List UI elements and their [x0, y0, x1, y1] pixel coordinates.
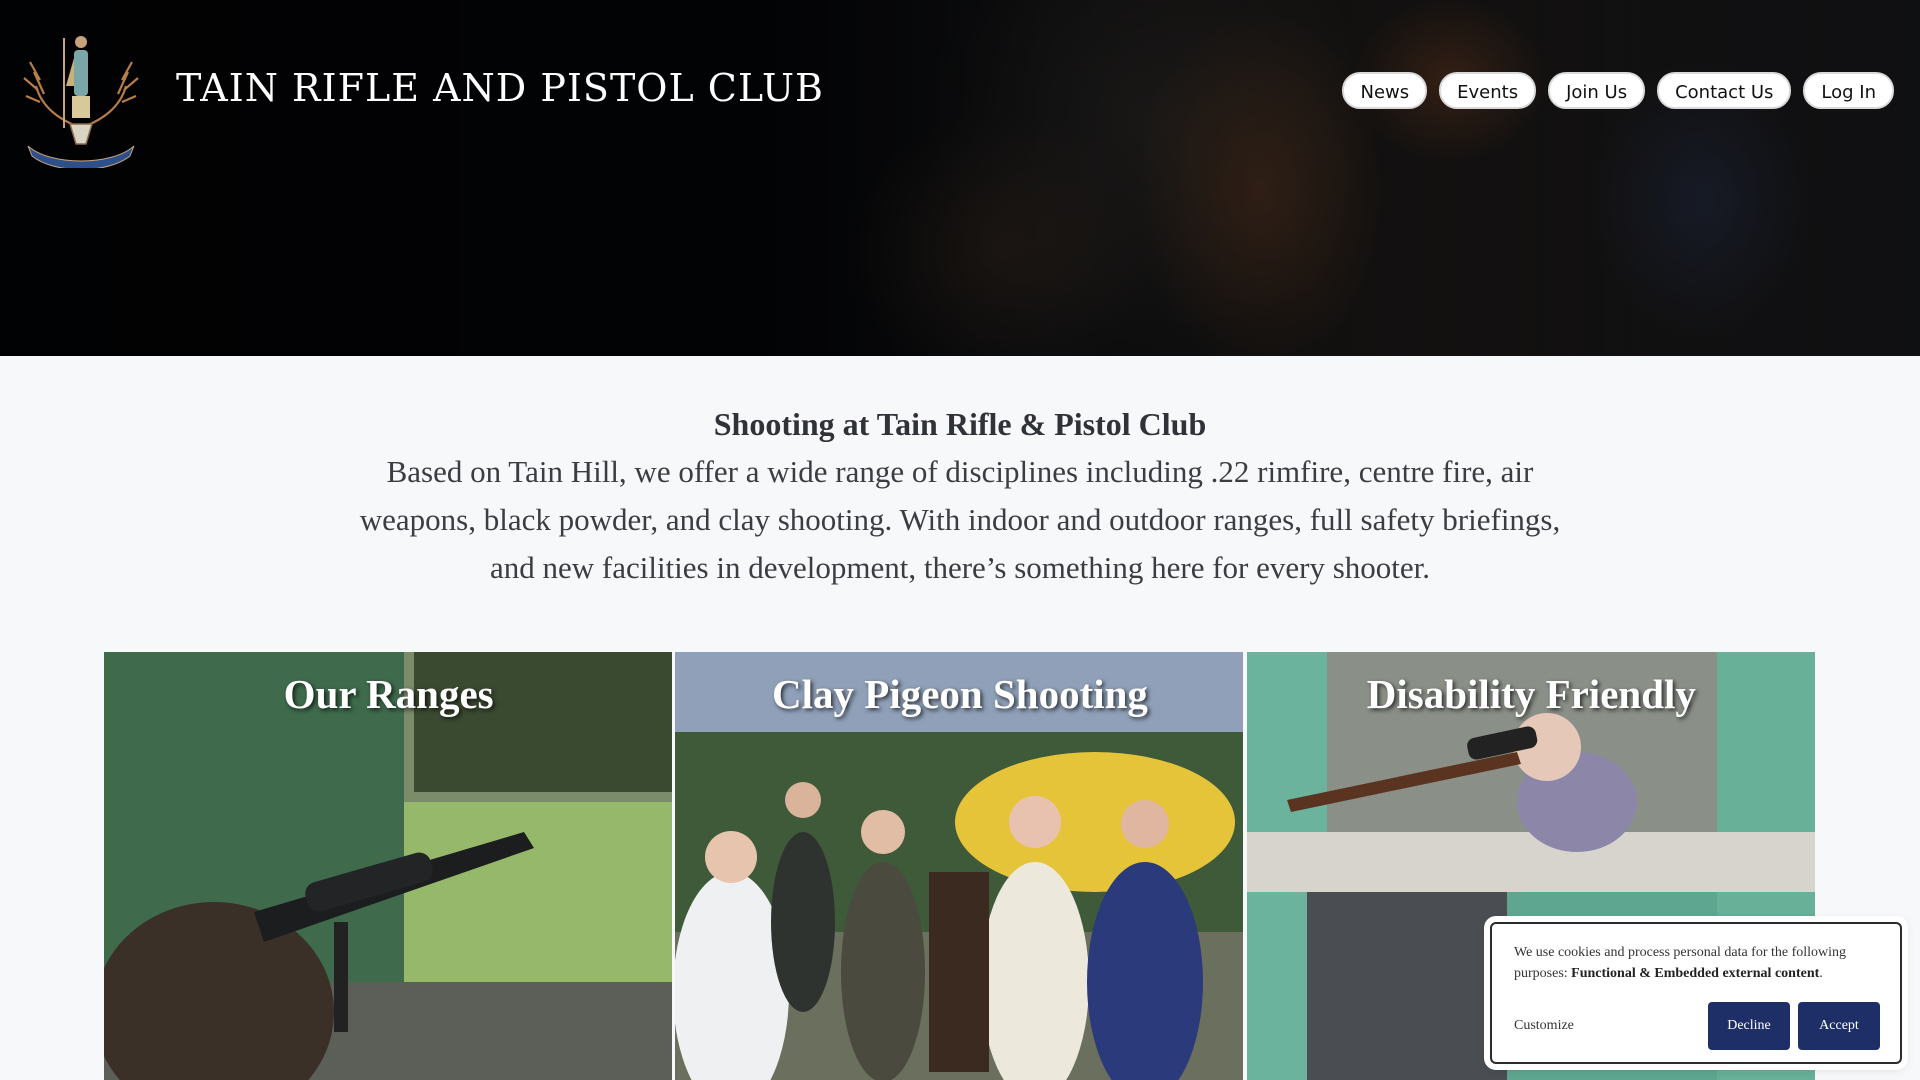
card-title: Disability Friendly [1366, 671, 1696, 717]
customize-link[interactable]: Customize [1514, 1018, 1700, 1034]
hero-background-image [0, 0, 1920, 356]
nav-join-us-button[interactable]: Join Us [1548, 72, 1646, 109]
hero-header: TAIN RIFLE AND PISTOL CLUB News Events J… [0, 0, 1920, 356]
accept-button[interactable]: Accept [1798, 1002, 1880, 1050]
decline-button[interactable]: Decline [1708, 1002, 1790, 1050]
nav-contact-us-button[interactable]: Contact Us [1657, 72, 1792, 109]
cookie-actions: Customize Decline Accept [1514, 1002, 1880, 1050]
nav-news-button[interactable]: News [1342, 72, 1428, 109]
intro-body: Based on Tain Hill, we offer a wide rang… [359, 454, 1561, 585]
intro-heading: Shooting at Tain Rifle & Pistol Club [713, 406, 1207, 442]
cookie-consent-banner: We use cookies and process personal data… [1490, 922, 1902, 1064]
cookie-purposes: Functional & Embedded external content [1571, 966, 1820, 981]
card-our-ranges[interactable]: Our Ranges [104, 652, 673, 1080]
stag-crest-logo[interactable] [20, 28, 142, 168]
nav-events-button[interactable]: Events [1439, 72, 1537, 109]
card-clay-pigeon-shooting[interactable]: Clay Pigeon Shooting [675, 652, 1244, 1080]
site-title[interactable]: TAIN RIFLE AND PISTOL CLUB [176, 66, 824, 110]
nav-log-in-button[interactable]: Log In [1803, 72, 1894, 109]
cookie-text-suffix: . [1819, 966, 1823, 981]
cookie-text: We use cookies and process personal data… [1514, 942, 1886, 984]
main-nav: News Events Join Us Contact Us Log In [1342, 72, 1894, 109]
card-title: Clay Pigeon Shooting [772, 671, 1148, 717]
intro-section: Shooting at Tain Rifle & Pistol Club Bas… [340, 400, 1580, 592]
card-title: Our Ranges [283, 671, 494, 717]
